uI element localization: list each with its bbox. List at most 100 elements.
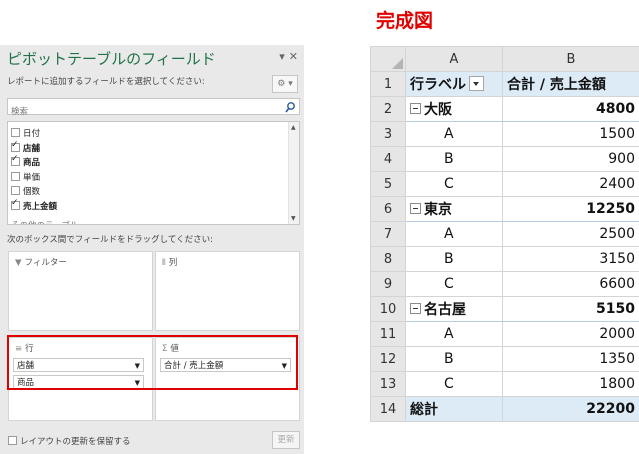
pivot-field-pane: ピボットテーブルのフィールド ▾ ✕ レポートに追加するフィールドを選択してくださ… xyxy=(0,45,304,454)
row-header[interactable]: 9 xyxy=(370,271,406,297)
group-value[interactable]: 12250 xyxy=(502,196,639,222)
row-header[interactable]: 1 xyxy=(370,71,406,97)
item-value[interactable]: 3150 xyxy=(502,246,639,272)
field-item[interactable]: 個数 xyxy=(11,185,40,197)
item-label[interactable]: B xyxy=(405,146,503,172)
row-header[interactable]: 7 xyxy=(370,221,406,247)
table-row: 12 B 1350 xyxy=(370,346,639,372)
collapse-icon[interactable] xyxy=(410,103,421,114)
row-header[interactable]: 2 xyxy=(370,96,406,122)
field-list-scrollbar[interactable]: ▲ ▼ xyxy=(288,122,299,224)
row-field-label: 店舗 xyxy=(17,361,35,371)
chevron-down-icon[interactable]: ▼ xyxy=(282,359,287,373)
chevron-down-icon[interactable]: ▼ xyxy=(135,359,140,373)
pane-title: ピボットテーブルのフィールド xyxy=(7,50,216,68)
item-value[interactable]: 2400 xyxy=(502,171,639,197)
pane-menu-icon[interactable]: ▾ xyxy=(279,50,285,63)
field-label: 個数 xyxy=(23,187,41,197)
column-header[interactable]: B xyxy=(502,46,639,72)
chevron-down-icon[interactable]: ▼ xyxy=(135,376,140,390)
row-header[interactable]: 8 xyxy=(370,246,406,272)
values-area[interactable]: Σ値 合計 / 売上金額 ▼ xyxy=(155,337,300,421)
close-icon[interactable]: ✕ xyxy=(289,50,298,63)
checked-checkbox[interactable] xyxy=(11,198,20,210)
search-input[interactable] xyxy=(8,104,271,119)
group-label-cell[interactable]: 東京 xyxy=(405,196,503,222)
scroll-down-icon[interactable]: ▼ xyxy=(291,215,296,222)
checkbox[interactable] xyxy=(8,436,17,445)
filter-area[interactable]: ▼ フィルター xyxy=(8,251,153,331)
checkbox[interactable] xyxy=(11,186,20,195)
item-value[interactable]: 1350 xyxy=(502,346,639,372)
table-row: 6 東京 12250 xyxy=(370,196,639,222)
item-label[interactable]: A xyxy=(405,321,503,347)
table-row: 8 B 3150 xyxy=(370,246,639,272)
row-header[interactable]: 13 xyxy=(370,371,406,397)
tools-button[interactable]: ⚙ ▾ xyxy=(272,75,298,93)
row-header[interactable]: 12 xyxy=(370,346,406,372)
grand-total-label[interactable]: 総計 xyxy=(405,396,503,422)
scroll-up-icon[interactable]: ▲ xyxy=(291,124,296,131)
field-label: 売上金額 xyxy=(23,201,58,212)
row-header[interactable]: 6 xyxy=(370,196,406,222)
filter-dropdown-icon[interactable] xyxy=(469,76,484,91)
rows-area[interactable]: ≡ 行 店舗 ▼ 商品 ▼ xyxy=(8,337,153,421)
row-header[interactable]: 14 xyxy=(370,396,406,422)
checked-checkbox[interactable] xyxy=(11,140,20,152)
row-header[interactable]: 4 xyxy=(370,146,406,172)
search-icon[interactable] xyxy=(285,99,296,118)
group-label-cell[interactable]: 名古屋 xyxy=(405,296,503,322)
grand-total-value[interactable]: 22200 xyxy=(502,396,639,422)
group-value[interactable]: 5150 xyxy=(502,296,639,322)
item-value[interactable]: 1800 xyxy=(502,371,639,397)
defer-update-checkbox[interactable]: レイアウトの更新を保留する xyxy=(8,435,131,447)
checkbox[interactable] xyxy=(11,171,20,181)
columns-area[interactable]: ⦀ 列 xyxy=(155,251,300,331)
item-value[interactable]: 1500 xyxy=(502,121,639,147)
item-label[interactable]: C xyxy=(405,171,503,197)
item-label[interactable]: C xyxy=(405,271,503,297)
column-header-row: AB xyxy=(370,46,639,72)
item-value[interactable]: 2000 xyxy=(502,321,639,347)
item-value[interactable]: 2500 xyxy=(502,221,639,247)
group-value[interactable]: 4800 xyxy=(502,96,639,122)
table-row: 2 大阪 4800 xyxy=(370,96,639,122)
row-field-chip[interactable]: 店舗 ▼ xyxy=(13,358,144,372)
checkbox[interactable] xyxy=(11,128,20,137)
checked-checkbox[interactable] xyxy=(11,154,20,166)
more-tables-link[interactable]: その他のテーブル... xyxy=(11,219,87,224)
item-value[interactable]: 6600 xyxy=(502,271,639,297)
row-label-header[interactable]: 行ラベル xyxy=(405,71,503,97)
column-header[interactable]: A xyxy=(405,46,503,72)
value-field-chip[interactable]: 合計 / 売上金額 ▼ xyxy=(160,358,291,372)
sigma-icon: Σ xyxy=(162,344,168,354)
field-item[interactable]: 売上金額 xyxy=(11,198,58,212)
row-header[interactable]: 11 xyxy=(370,321,406,347)
collapse-icon[interactable] xyxy=(410,203,421,214)
row-field-chip[interactable]: 商品 ▼ xyxy=(13,375,144,389)
row-header[interactable]: 10 xyxy=(370,296,406,322)
field-item[interactable]: 日付 xyxy=(11,127,40,139)
field-item[interactable]: 単価 xyxy=(11,171,40,183)
rows-area-label: 行 xyxy=(25,344,34,354)
grand-total-row: 14 総計 22200 xyxy=(370,396,639,422)
update-button[interactable]: 更新 xyxy=(272,431,300,449)
group-label-cell[interactable]: 大阪 xyxy=(405,96,503,122)
row-header[interactable]: 3 xyxy=(370,121,406,147)
group-label: 名古屋 xyxy=(424,302,466,318)
pane-subtitle: レポートに追加するフィールドを選択してください: xyxy=(7,77,205,87)
rows-icon: ≡ xyxy=(15,344,23,354)
item-value[interactable]: 900 xyxy=(502,146,639,172)
item-label[interactable]: B xyxy=(405,246,503,272)
item-label[interactable]: A xyxy=(405,221,503,247)
pivot-table-grid: A B 1 行ラベル 合計 / 売上金額 2 大阪 4800 3 A 1500 4 B 900 5 C 2400… xyxy=(370,46,639,422)
row-header[interactable]: 5 xyxy=(370,171,406,197)
collapse-icon[interactable] xyxy=(410,303,421,314)
field-item[interactable]: 店舗 xyxy=(11,140,40,154)
select-all-corner[interactable] xyxy=(370,46,406,72)
field-item[interactable]: 商品 xyxy=(11,154,40,168)
item-label[interactable]: A xyxy=(405,121,503,147)
value-header[interactable]: 合計 / 売上金額 xyxy=(502,71,639,97)
item-label[interactable]: B xyxy=(405,346,503,372)
item-label[interactable]: C xyxy=(405,371,503,397)
